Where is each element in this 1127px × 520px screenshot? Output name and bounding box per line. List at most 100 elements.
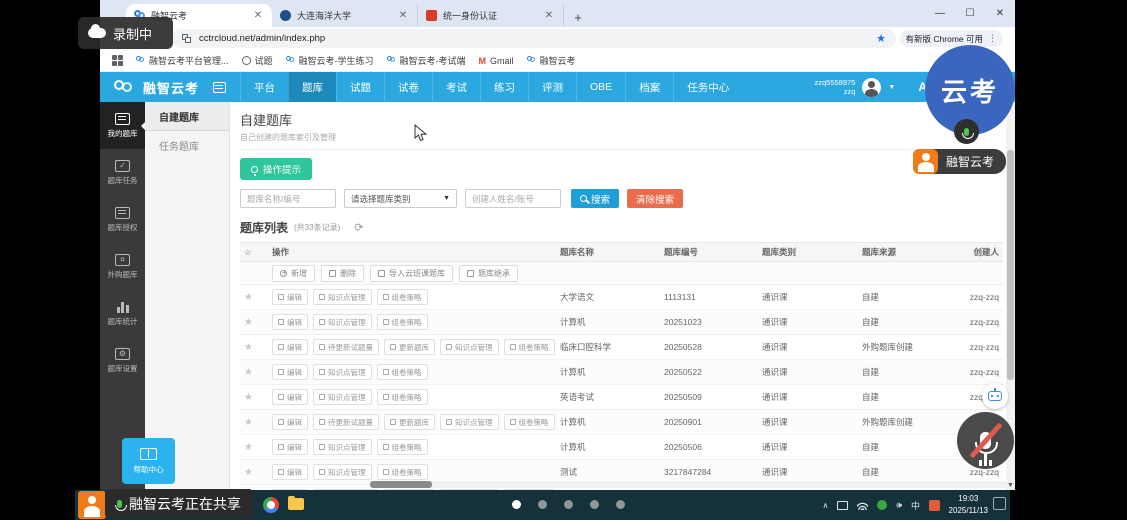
row-action-button[interactable]: 待更新试题量 (313, 339, 379, 355)
site-info-icon[interactable] (182, 34, 192, 44)
tab-dalian-ocean-univ[interactable]: 大连海洋大学 ✕ (272, 4, 418, 27)
table-row[interactable]: ★ 编辑待更新试题量更新题库知识点管理组卷策略 计算机 20250901 通识课… (240, 410, 1003, 435)
device-icon[interactable] (837, 501, 848, 510)
horizontal-scrollbar[interactable] (370, 481, 1015, 488)
nav-item-archive[interactable]: 档案 (625, 72, 673, 102)
row-action-button[interactable]: 编辑 (272, 314, 308, 330)
tab-close-icon[interactable]: ✕ (397, 10, 409, 21)
layout-grid-icon[interactable] (213, 82, 226, 93)
row-star-icon[interactable]: ★ (244, 417, 253, 428)
bookmark-item[interactable]: 融智云考平台管理... (136, 54, 229, 67)
table-row[interactable]: ★ 编辑待更新试题量更新题库知识点管理组卷策略 临床口腔科学 20250528 … (240, 335, 1003, 360)
row-action-button[interactable]: 组卷策略 (504, 414, 555, 430)
row-action-button[interactable]: 编辑 (272, 414, 308, 430)
row-action-button[interactable]: 编辑 (272, 289, 308, 305)
mic-active-icon[interactable] (954, 119, 979, 144)
row-action-button[interactable]: 组卷策略 (377, 314, 428, 330)
row-action-button[interactable]: 组卷策略 (377, 464, 428, 480)
row-action-button[interactable]: 编辑 (272, 464, 308, 480)
row-action-button[interactable]: 知识点管理 (440, 414, 499, 430)
row-star-icon[interactable]: ★ (244, 467, 253, 478)
file-explorer-icon[interactable] (288, 498, 304, 510)
user-avatar[interactable] (862, 78, 881, 97)
clear-search-button[interactable]: 清除搜索 (627, 189, 683, 208)
bank-name-input[interactable] (240, 189, 336, 208)
search-button[interactable]: 搜索 (571, 189, 619, 208)
desktop-pager-dots[interactable] (512, 500, 625, 509)
table-row[interactable]: ★ 编辑知识点管理组卷策略 计算机 20251023 通识课 自建 zzq-zz… (240, 310, 1003, 335)
window-close-button[interactable]: ✕ (985, 0, 1015, 26)
row-action-button[interactable]: 知识点管理 (313, 289, 372, 305)
row-action-button[interactable]: 知识点管理 (313, 464, 372, 480)
brand[interactable]: 融智云考 (100, 78, 209, 97)
wifi-icon[interactable] (857, 501, 868, 510)
sidebar-item-bank-tasks[interactable]: ✓ 题库任务 (100, 149, 145, 196)
row-action-button[interactable]: 知识点管理 (313, 364, 372, 380)
row-star-icon[interactable]: ★ (244, 442, 253, 453)
bookmark-item[interactable]: 融智云考-考试端 (387, 54, 466, 67)
sidebar-item-my-banks[interactable]: 我的题库 (100, 102, 145, 149)
row-action-button[interactable]: 更新题库 (384, 339, 435, 355)
apps-grid-icon[interactable] (112, 55, 123, 66)
chevron-down-icon[interactable]: ▼ (888, 84, 895, 91)
chrome-update-pill[interactable]: 有新版 Chrome 可用 ⋮ (900, 30, 1003, 47)
row-star-icon[interactable]: ★ (244, 342, 253, 353)
table-row[interactable]: ★ 编辑知识点管理组卷策略 计算机 20250522 通识课 自建 zzq-zz… (240, 360, 1003, 385)
row-action-button[interactable]: 知识点管理 (313, 439, 372, 455)
tab-close-icon[interactable]: ✕ (543, 10, 555, 21)
row-star-icon[interactable]: ★ (244, 317, 253, 328)
operation-tips-button[interactable]: 操作提示 (240, 158, 312, 180)
bookmark-star-icon[interactable]: ★ (876, 32, 886, 45)
nav-item-practice[interactable]: 练习 (480, 72, 528, 102)
subnav-item-self-built[interactable]: 自建题库 (145, 102, 229, 131)
sidebar-item-purchased-banks[interactable]: ¤ 外购题库 (100, 243, 145, 290)
row-action-button[interactable]: 组卷策略 (377, 289, 428, 305)
ai-assistant-button[interactable] (982, 383, 1008, 409)
url-field[interactable]: cctrcloud.net/admin/index.php ★ (172, 29, 896, 48)
scroll-thumb[interactable] (1007, 150, 1014, 380)
row-action-button[interactable]: 组卷策略 (377, 364, 428, 380)
tab-close-icon[interactable]: ✕ (252, 10, 264, 21)
delete-button[interactable]: 删除 (321, 265, 364, 282)
nav-item-question-bank[interactable]: 题库 (288, 72, 336, 102)
row-action-button[interactable]: 知识点管理 (313, 314, 372, 330)
add-button[interactable]: 新增 (272, 265, 315, 282)
row-action-button[interactable]: 知识点管理 (440, 339, 499, 355)
chrome-taskbar-icon[interactable] (263, 497, 279, 513)
input-method-indicator[interactable]: 中 (911, 499, 920, 512)
row-action-button[interactable]: 待更新试题量 (313, 414, 379, 430)
row-action-button[interactable]: 编辑 (272, 339, 308, 355)
sogou-tray-icon[interactable] (929, 500, 940, 511)
new-tab-button[interactable]: + (568, 7, 588, 27)
bookmark-item[interactable]: 融智云考-学生练习 (286, 54, 374, 67)
rongzhi-sharing-pill[interactable]: 融智云考 (913, 149, 1006, 174)
bank-inherit-button[interactable]: 题库继承 (459, 265, 518, 282)
refresh-icon[interactable]: ⟳ (354, 221, 363, 234)
import-cloud-class-button[interactable]: 导入云班课题库 (370, 265, 453, 282)
bookmark-item[interactable]: 试题 (242, 54, 273, 67)
row-action-button[interactable]: 编辑 (272, 389, 308, 405)
nav-item-evaluation[interactable]: 评测 (528, 72, 576, 102)
table-row[interactable]: ★ 编辑知识点管理组卷策略 大学语文 1113131 通识课 自建 zzq-zz… (240, 285, 1003, 310)
scroll-thumb[interactable] (370, 481, 432, 488)
subnav-item-task-banks[interactable]: 任务题库 (145, 131, 229, 160)
scroll-down-arrow-icon[interactable]: ▼ (1006, 482, 1015, 489)
mic-muted-button[interactable] (957, 412, 1014, 469)
nav-item-platform[interactable]: 平台 (240, 72, 288, 102)
taskbar-app-person-icon[interactable] (78, 491, 106, 519)
category-select[interactable]: 请选择题库类别 ▼ (344, 189, 457, 208)
nav-item-questions[interactable]: 试题 (336, 72, 384, 102)
notification-center-icon[interactable] (993, 497, 1006, 510)
creator-input[interactable] (465, 189, 561, 208)
taskbar-clock[interactable]: 19:03 2025/11/13 (949, 493, 988, 516)
row-action-button[interactable]: 组卷策略 (377, 389, 428, 405)
nav-item-obe[interactable]: OBE (576, 72, 625, 102)
table-row[interactable]: ★ 编辑知识点管理组卷策略 英语考试 20250509 通识课 自建 zzq-z… (240, 385, 1003, 410)
row-action-button[interactable]: 编辑 (272, 439, 308, 455)
bookmark-item[interactable]: 融智云考 (527, 54, 576, 67)
window-minimize-button[interactable]: — (925, 0, 955, 26)
table-row[interactable]: ★ 编辑知识点管理组卷策略 计算机 20250506 通识课 自建 zzq-zz… (240, 435, 1003, 460)
sidebar-item-bank-authorization[interactable]: 题库授权 (100, 196, 145, 243)
tray-expand-icon[interactable]: ∧ (822, 501, 828, 510)
app-tray-icon[interactable] (877, 500, 887, 510)
